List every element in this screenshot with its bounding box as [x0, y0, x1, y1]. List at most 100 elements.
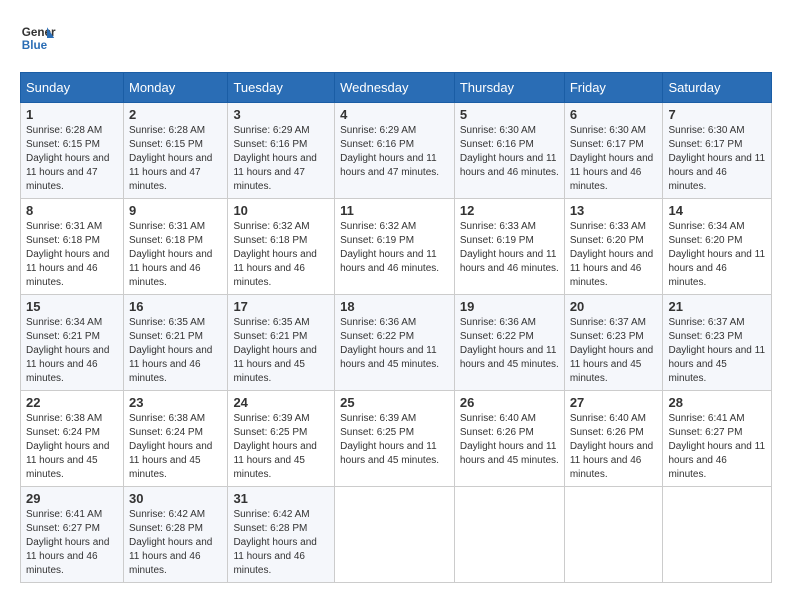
- calendar-cell: 17 Sunrise: 6:35 AM Sunset: 6:21 PM Dayl…: [228, 295, 335, 391]
- weekday-header-wednesday: Wednesday: [335, 73, 455, 103]
- calendar-cell: 29 Sunrise: 6:41 AM Sunset: 6:27 PM Dayl…: [21, 487, 124, 583]
- day-number: 27: [570, 395, 658, 410]
- calendar-cell: 9 Sunrise: 6:31 AM Sunset: 6:18 PM Dayli…: [123, 199, 227, 295]
- day-detail: Sunrise: 6:30 AM Sunset: 6:16 PM Dayligh…: [460, 124, 559, 180]
- calendar-cell: [454, 487, 564, 583]
- day-number: 16: [129, 299, 222, 314]
- day-number: 29: [26, 491, 118, 506]
- day-detail: Sunrise: 6:41 AM Sunset: 6:27 PM Dayligh…: [26, 508, 118, 578]
- day-number: 15: [26, 299, 118, 314]
- calendar-cell: 19 Sunrise: 6:36 AM Sunset: 6:22 PM Dayl…: [454, 295, 564, 391]
- calendar-cell: 11 Sunrise: 6:32 AM Sunset: 6:19 PM Dayl…: [335, 199, 455, 295]
- day-number: 23: [129, 395, 222, 410]
- calendar-cell: 21 Sunrise: 6:37 AM Sunset: 6:23 PM Dayl…: [663, 295, 772, 391]
- calendar-cell: [663, 487, 772, 583]
- day-detail: Sunrise: 6:41 AM Sunset: 6:27 PM Dayligh…: [668, 412, 766, 482]
- day-detail: Sunrise: 6:30 AM Sunset: 6:17 PM Dayligh…: [570, 124, 658, 194]
- calendar-cell: 30 Sunrise: 6:42 AM Sunset: 6:28 PM Dayl…: [123, 487, 227, 583]
- calendar-cell: 25 Sunrise: 6:39 AM Sunset: 6:25 PM Dayl…: [335, 391, 455, 487]
- day-number: 24: [233, 395, 329, 410]
- day-detail: Sunrise: 6:37 AM Sunset: 6:23 PM Dayligh…: [668, 316, 766, 386]
- calendar-cell: 24 Sunrise: 6:39 AM Sunset: 6:25 PM Dayl…: [228, 391, 335, 487]
- day-detail: Sunrise: 6:31 AM Sunset: 6:18 PM Dayligh…: [129, 220, 222, 290]
- day-number: 25: [340, 395, 449, 410]
- weekday-header-saturday: Saturday: [663, 73, 772, 103]
- calendar-cell: 8 Sunrise: 6:31 AM Sunset: 6:18 PM Dayli…: [21, 199, 124, 295]
- page-header: General Blue: [20, 20, 772, 56]
- day-detail: Sunrise: 6:38 AM Sunset: 6:24 PM Dayligh…: [26, 412, 118, 482]
- weekday-header-sunday: Sunday: [21, 73, 124, 103]
- calendar-cell: 4 Sunrise: 6:29 AM Sunset: 6:16 PM Dayli…: [335, 103, 455, 199]
- day-detail: Sunrise: 6:28 AM Sunset: 6:15 PM Dayligh…: [129, 124, 222, 194]
- calendar-cell: 26 Sunrise: 6:40 AM Sunset: 6:26 PM Dayl…: [454, 391, 564, 487]
- calendar-cell: 12 Sunrise: 6:33 AM Sunset: 6:19 PM Dayl…: [454, 199, 564, 295]
- calendar-cell: 1 Sunrise: 6:28 AM Sunset: 6:15 PM Dayli…: [21, 103, 124, 199]
- day-detail: Sunrise: 6:39 AM Sunset: 6:25 PM Dayligh…: [340, 412, 449, 468]
- day-detail: Sunrise: 6:38 AM Sunset: 6:24 PM Dayligh…: [129, 412, 222, 482]
- calendar-cell: 16 Sunrise: 6:35 AM Sunset: 6:21 PM Dayl…: [123, 295, 227, 391]
- calendar-cell: 20 Sunrise: 6:37 AM Sunset: 6:23 PM Dayl…: [564, 295, 663, 391]
- calendar-cell: 2 Sunrise: 6:28 AM Sunset: 6:15 PM Dayli…: [123, 103, 227, 199]
- day-detail: Sunrise: 6:33 AM Sunset: 6:20 PM Dayligh…: [570, 220, 658, 290]
- day-detail: Sunrise: 6:29 AM Sunset: 6:16 PM Dayligh…: [233, 124, 329, 194]
- day-number: 22: [26, 395, 118, 410]
- calendar-cell: 3 Sunrise: 6:29 AM Sunset: 6:16 PM Dayli…: [228, 103, 335, 199]
- day-number: 9: [129, 203, 222, 218]
- day-detail: Sunrise: 6:33 AM Sunset: 6:19 PM Dayligh…: [460, 220, 559, 276]
- day-number: 10: [233, 203, 329, 218]
- weekday-header-tuesday: Tuesday: [228, 73, 335, 103]
- calendar-cell: 22 Sunrise: 6:38 AM Sunset: 6:24 PM Dayl…: [21, 391, 124, 487]
- day-detail: Sunrise: 6:40 AM Sunset: 6:26 PM Dayligh…: [460, 412, 559, 468]
- calendar-cell: 14 Sunrise: 6:34 AM Sunset: 6:20 PM Dayl…: [663, 199, 772, 295]
- calendar-cell: 23 Sunrise: 6:38 AM Sunset: 6:24 PM Dayl…: [123, 391, 227, 487]
- day-number: 4: [340, 107, 449, 122]
- calendar-cell: [564, 487, 663, 583]
- day-detail: Sunrise: 6:30 AM Sunset: 6:17 PM Dayligh…: [668, 124, 766, 194]
- day-number: 6: [570, 107, 658, 122]
- day-number: 1: [26, 107, 118, 122]
- calendar-cell: 13 Sunrise: 6:33 AM Sunset: 6:20 PM Dayl…: [564, 199, 663, 295]
- day-detail: Sunrise: 6:28 AM Sunset: 6:15 PM Dayligh…: [26, 124, 118, 194]
- day-number: 17: [233, 299, 329, 314]
- day-detail: Sunrise: 6:36 AM Sunset: 6:22 PM Dayligh…: [340, 316, 449, 372]
- day-detail: Sunrise: 6:39 AM Sunset: 6:25 PM Dayligh…: [233, 412, 329, 482]
- day-number: 31: [233, 491, 329, 506]
- calendar-cell: 6 Sunrise: 6:30 AM Sunset: 6:17 PM Dayli…: [564, 103, 663, 199]
- day-detail: Sunrise: 6:36 AM Sunset: 6:22 PM Dayligh…: [460, 316, 559, 372]
- day-detail: Sunrise: 6:37 AM Sunset: 6:23 PM Dayligh…: [570, 316, 658, 386]
- day-number: 11: [340, 203, 449, 218]
- day-number: 8: [26, 203, 118, 218]
- day-detail: Sunrise: 6:35 AM Sunset: 6:21 PM Dayligh…: [233, 316, 329, 386]
- day-number: 3: [233, 107, 329, 122]
- day-number: 5: [460, 107, 559, 122]
- day-detail: Sunrise: 6:29 AM Sunset: 6:16 PM Dayligh…: [340, 124, 449, 180]
- calendar-cell: 7 Sunrise: 6:30 AM Sunset: 6:17 PM Dayli…: [663, 103, 772, 199]
- day-number: 13: [570, 203, 658, 218]
- weekday-header-thursday: Thursday: [454, 73, 564, 103]
- day-number: 14: [668, 203, 766, 218]
- calendar-cell: [335, 487, 455, 583]
- calendar-cell: 28 Sunrise: 6:41 AM Sunset: 6:27 PM Dayl…: [663, 391, 772, 487]
- day-number: 21: [668, 299, 766, 314]
- day-detail: Sunrise: 6:34 AM Sunset: 6:21 PM Dayligh…: [26, 316, 118, 386]
- calendar-cell: 18 Sunrise: 6:36 AM Sunset: 6:22 PM Dayl…: [335, 295, 455, 391]
- day-number: 2: [129, 107, 222, 122]
- day-number: 26: [460, 395, 559, 410]
- calendar-cell: 15 Sunrise: 6:34 AM Sunset: 6:21 PM Dayl…: [21, 295, 124, 391]
- day-detail: Sunrise: 6:31 AM Sunset: 6:18 PM Dayligh…: [26, 220, 118, 290]
- calendar-cell: 5 Sunrise: 6:30 AM Sunset: 6:16 PM Dayli…: [454, 103, 564, 199]
- day-number: 20: [570, 299, 658, 314]
- day-detail: Sunrise: 6:40 AM Sunset: 6:26 PM Dayligh…: [570, 412, 658, 482]
- weekday-header-friday: Friday: [564, 73, 663, 103]
- day-number: 28: [668, 395, 766, 410]
- day-number: 18: [340, 299, 449, 314]
- day-detail: Sunrise: 6:42 AM Sunset: 6:28 PM Dayligh…: [129, 508, 222, 578]
- day-number: 30: [129, 491, 222, 506]
- day-detail: Sunrise: 6:32 AM Sunset: 6:19 PM Dayligh…: [340, 220, 449, 276]
- calendar-cell: 27 Sunrise: 6:40 AM Sunset: 6:26 PM Dayl…: [564, 391, 663, 487]
- weekday-header-monday: Monday: [123, 73, 227, 103]
- day-detail: Sunrise: 6:42 AM Sunset: 6:28 PM Dayligh…: [233, 508, 329, 578]
- day-detail: Sunrise: 6:34 AM Sunset: 6:20 PM Dayligh…: [668, 220, 766, 290]
- logo-icon: General Blue: [20, 20, 56, 56]
- day-number: 7: [668, 107, 766, 122]
